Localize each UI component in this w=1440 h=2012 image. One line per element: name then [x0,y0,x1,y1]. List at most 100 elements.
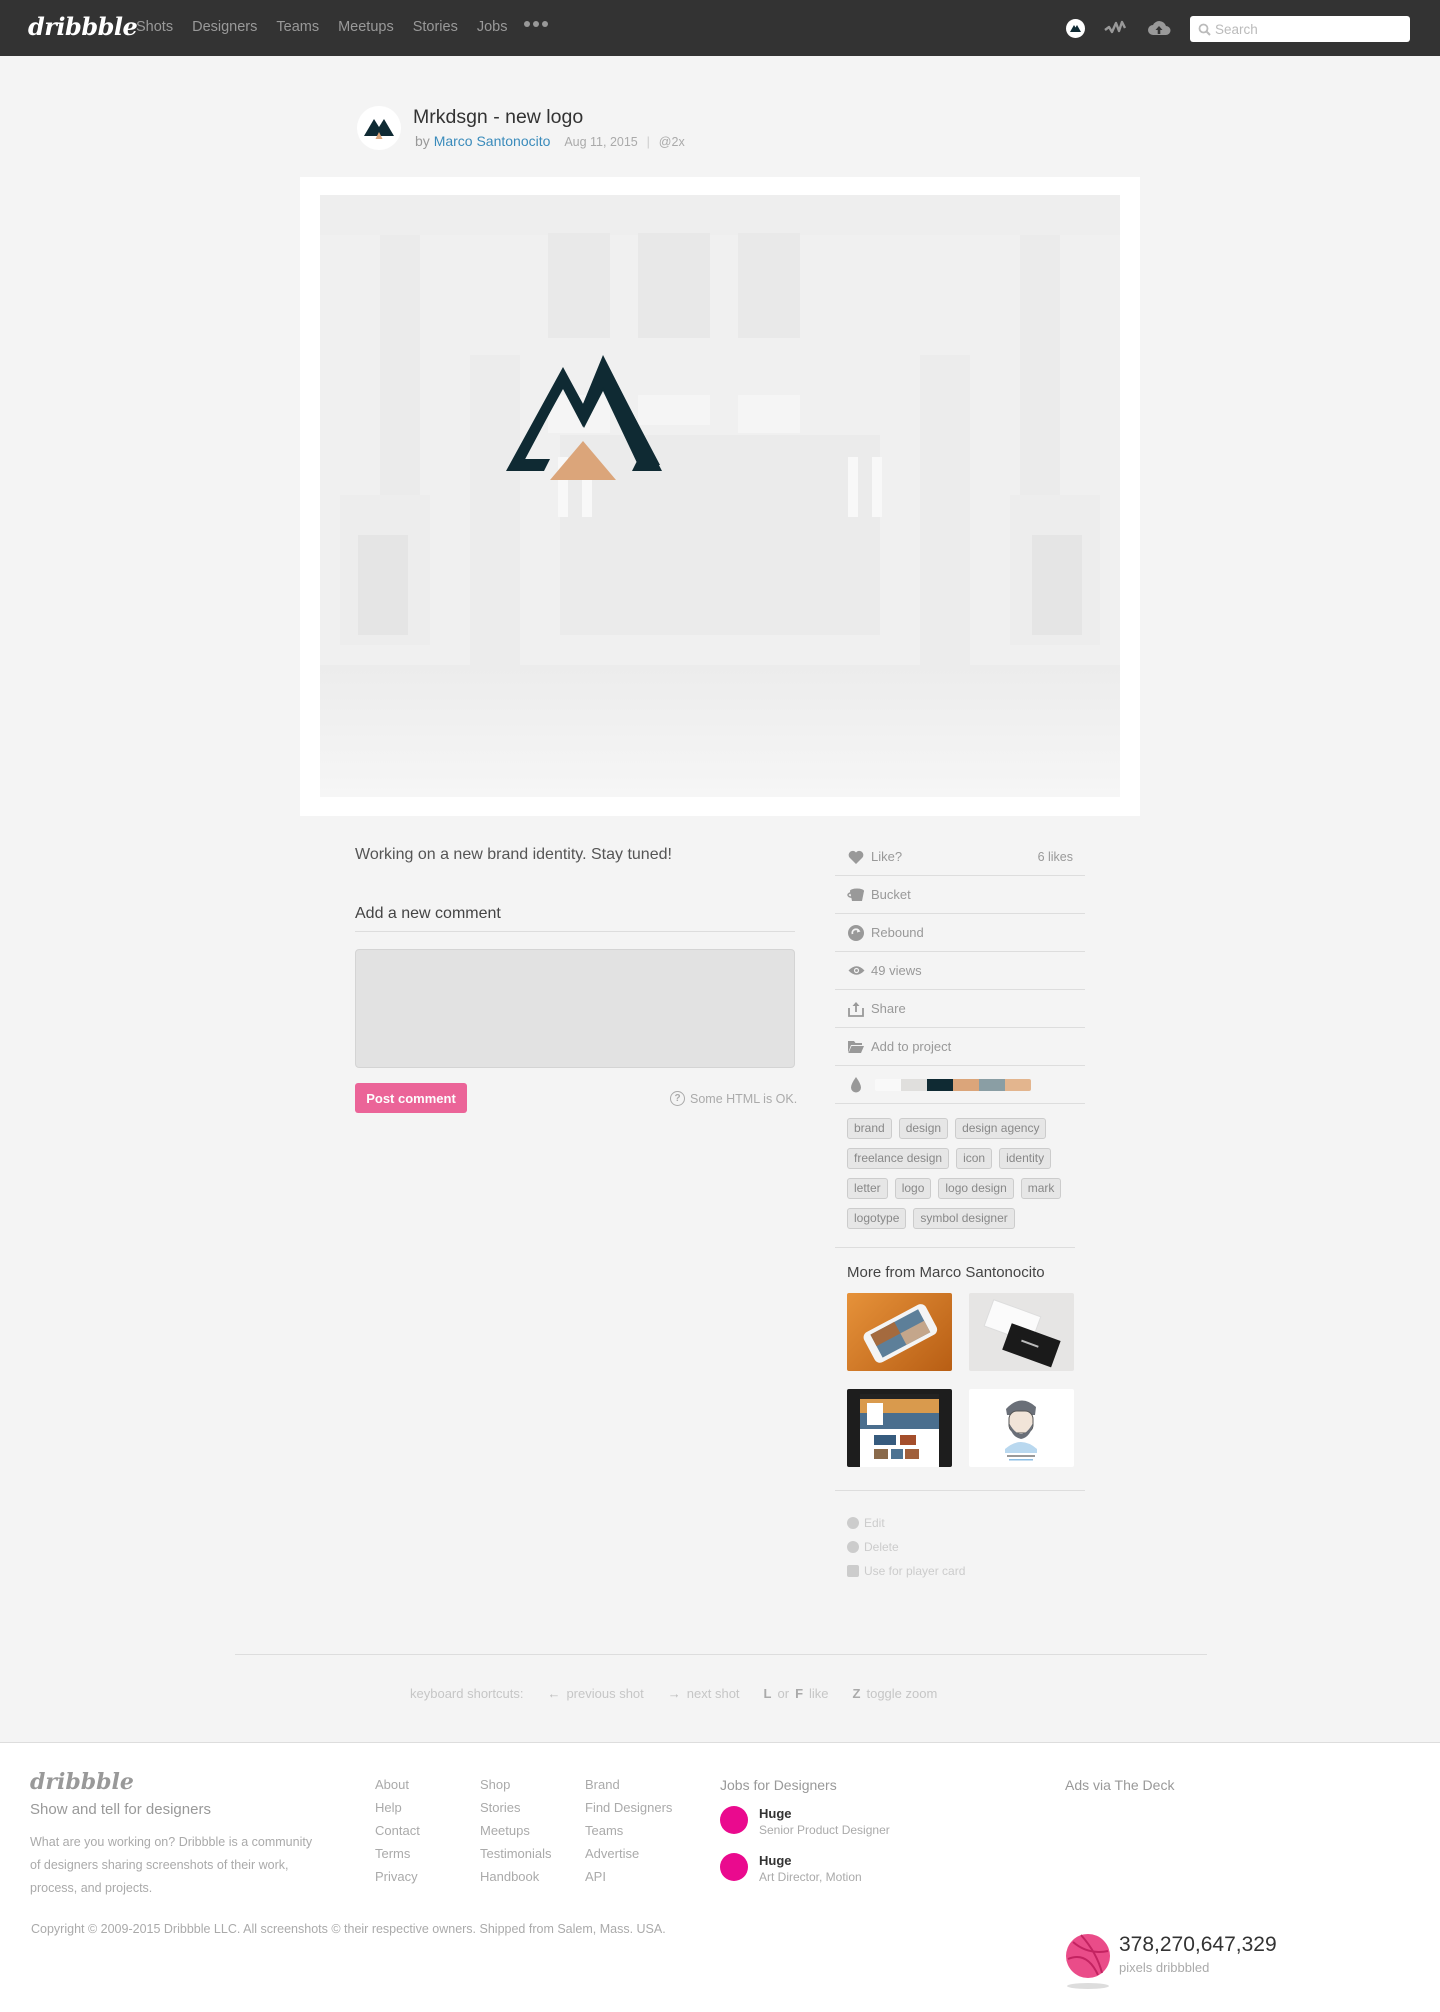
activity-icon[interactable] [1104,18,1128,38]
company-logo [720,1806,748,1834]
footer-link-terms[interactable]: Terms [375,1846,420,1869]
author-avatar[interactable] [357,106,401,150]
search-input[interactable] [1215,21,1395,37]
palette-swatch[interactable] [953,1078,979,1091]
color-palette [835,1066,1085,1104]
post-comment-button[interactable]: Post comment [355,1083,467,1113]
tag[interactable]: icon [956,1148,993,1169]
ads-link[interactable]: Ads via The Deck [1065,1777,1174,1793]
shortcut-previous[interactable]: ← previous shot [547,1686,643,1701]
footer-link-about[interactable]: About [375,1777,420,1800]
palette-swatch[interactable] [875,1078,901,1091]
tag[interactable]: design agency [955,1118,1047,1139]
thumb-avatar-illustration[interactable] [969,1389,1074,1467]
tag[interactable]: design [898,1118,949,1139]
upload-cloud-icon[interactable] [1147,17,1171,39]
user-avatar-icon[interactable] [1066,19,1085,38]
nav-link-designers[interactable]: Designers [192,19,257,35]
content-divider [235,1654,1207,1655]
shortcut-zoom-label: toggle zoom [866,1686,938,1701]
meta-separator: | [646,135,650,149]
nav-link-teams[interactable]: Teams [276,19,319,35]
footer-link-contact[interactable]: Contact [375,1823,420,1846]
top-nav: dribbble Shots Designers Teams Meetups S… [0,0,1440,56]
footer-link-testimonials[interactable]: Testimonials [480,1846,552,1869]
author-link[interactable]: Marco Santonocito [434,133,551,149]
help-icon[interactable]: ? [670,1091,685,1106]
comment-textarea[interactable] [355,949,795,1068]
footer-link-help[interactable]: Help [375,1800,420,1823]
tag[interactable]: logotype [847,1208,907,1229]
job-company: Huge [759,1806,792,1821]
footer-logo[interactable]: dribbble [30,1769,134,1795]
delete-label: Delete [864,1540,899,1554]
palette-swatch[interactable] [979,1078,1005,1091]
tag[interactable]: freelance design [847,1148,950,1169]
ellipsis-icon[interactable] [524,21,548,27]
footer-link-stories[interactable]: Stories [480,1800,552,1823]
footer-link-privacy[interactable]: Privacy [375,1869,420,1892]
delete-action[interactable]: Delete [847,1535,1085,1559]
tag[interactable]: mark [1020,1178,1062,1199]
views-stat: 49 views [835,952,1085,990]
job-company: Huge [759,1853,792,1868]
jobs-heading[interactable]: Jobs for Designers [720,1777,837,1793]
shot-image[interactable] [320,195,1120,797]
edit-action[interactable]: Edit [847,1511,1085,1535]
nav-link-shots[interactable]: Shots [136,19,173,35]
footer-link-find-designers[interactable]: Find Designers [585,1800,672,1823]
bucket-label: Bucket [871,887,911,902]
like-action[interactable]: Like? 6 likes [835,838,1085,876]
share-action[interactable]: Share [835,990,1085,1028]
footer-link-brand[interactable]: Brand [585,1777,672,1800]
likes-count[interactable]: 6 likes [1038,850,1073,864]
shortcut-like[interactable]: Lor Flike [764,1686,829,1701]
footer-link-teams[interactable]: Teams [585,1823,672,1846]
key-l: L [763,1686,772,1701]
rebound-action[interactable]: Rebound [835,914,1085,952]
shot-frame [300,177,1140,816]
bucket-action[interactable]: Bucket [835,876,1085,914]
footer-link-shop[interactable]: Shop [480,1777,552,1800]
footer-col-2: Shop Stories Meetups Testimonials Handbo… [480,1777,552,1892]
tag[interactable]: logo [894,1178,932,1199]
left-arrow-icon: ← [547,1686,561,1701]
tag[interactable]: identity [999,1148,1052,1169]
palette-swatch[interactable] [901,1078,927,1091]
tag[interactable]: brand [847,1118,892,1139]
palette-swatch[interactable] [927,1078,953,1091]
footer-link-meetups[interactable]: Meetups [480,1823,552,1846]
add-to-project-action[interactable]: Add to project [835,1028,1085,1066]
thumb-business-cards[interactable] [969,1293,1074,1371]
tag[interactable]: symbol designer [913,1208,1015,1229]
thumb-travel-website[interactable] [847,1389,952,1467]
dribbble-logo[interactable]: dribbble [28,12,138,41]
nav-link-meetups[interactable]: Meetups [338,19,394,35]
key-f: F [795,1686,804,1701]
thumb-phone-app[interactable] [847,1293,952,1371]
nav-link-stories[interactable]: Stories [413,19,458,35]
tag[interactable]: letter [847,1178,888,1199]
add-to-project-label: Add to project [871,1039,952,1054]
more-from-heading[interactable]: More from Marco Santonocito [847,1264,1085,1281]
footer-link-advertise[interactable]: Advertise [585,1846,672,1869]
shortcut-zoom[interactable]: Ztoggle zoom [853,1686,938,1701]
footer-col-1: About Help Contact Terms Privacy [375,1777,420,1892]
shortcut-next[interactable]: → next shot [668,1686,740,1701]
droplet-icon [847,1076,865,1093]
footer-link-handbook[interactable]: Handbook [480,1869,552,1892]
job-listing[interactable]: Huge Senior Product Designer [720,1806,890,1839]
footer-description: What are you working on? Dribbble is a c… [30,1835,313,1895]
resolution-badge[interactable]: @2x [659,135,685,149]
nav-link-jobs[interactable]: Jobs [477,19,508,35]
tag[interactable]: logo design [938,1178,1014,1199]
footer-link-api[interactable]: API [585,1869,672,1892]
rebound-icon [847,924,865,941]
player-card-action[interactable]: Use for player card [847,1559,1085,1583]
delete-icon [847,1541,859,1553]
dribbble-ball-icon [1065,1933,1111,1979]
shortcut-previous-label: previous shot [566,1686,644,1701]
job-listing[interactable]: Huge Art Director, Motion [720,1853,862,1886]
folder-icon [847,1039,865,1055]
palette-swatch[interactable] [1005,1078,1031,1091]
